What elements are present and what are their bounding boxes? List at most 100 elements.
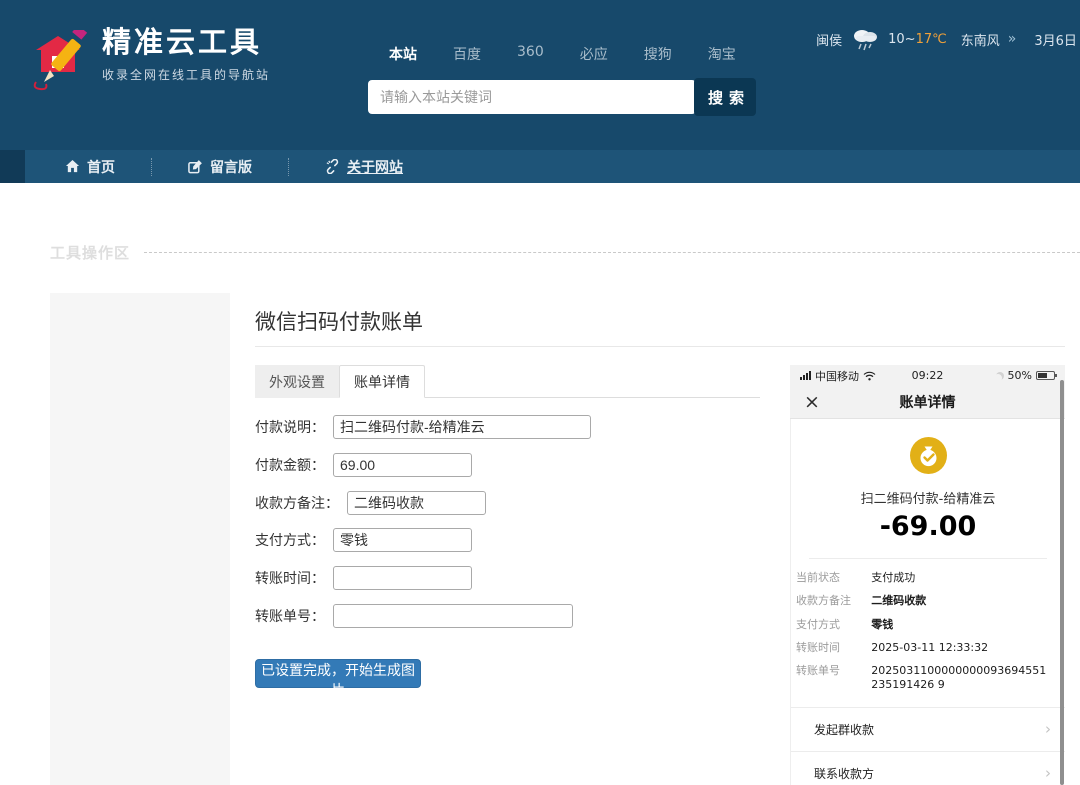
field-label: 支付方式：	[255, 533, 325, 549]
section-header: 工具操作区	[50, 243, 1080, 262]
detail-row-status: 当前状态 支付成功	[796, 571, 1047, 585]
payment-amount-input[interactable]	[333, 453, 472, 477]
nav-item-label: 关于网站	[347, 159, 403, 176]
status-time: 09:22	[911, 369, 944, 382]
search-input[interactable]	[368, 80, 696, 114]
chevron-right-icon: ›	[1045, 719, 1051, 738]
weather-temp: 10~17℃	[888, 32, 947, 47]
payment-description-input[interactable]	[333, 415, 591, 439]
weather-wind: 东南风	[960, 33, 1000, 49]
nav-separator	[151, 157, 152, 176]
detail-label: 支付方式	[796, 617, 840, 631]
tab-bill-details[interactable]: 账单详情	[339, 365, 425, 398]
section-dashed-line	[144, 251, 1080, 253]
site-logo[interactable]: 5 精准云工具 收录全网在线工具的导航站	[30, 25, 271, 96]
nav-item-about[interactable]: 关于网站	[319, 157, 409, 177]
bill-actions: 发起群收款 › 联系收款方 › 对订单有疑惑 ›	[791, 706, 1065, 785]
form-row-transfer-number: 转账单号：	[255, 603, 573, 629]
detail-row-payment-method: 支付方式 零钱	[796, 618, 1047, 632]
nav-separator	[288, 157, 289, 176]
detail-value: 2025-03-11 12:33:32	[871, 640, 989, 654]
search-tab-baidu[interactable]: 百度	[447, 44, 487, 64]
moon-icon	[996, 372, 1004, 380]
search-tab-360[interactable]: 360	[511, 44, 550, 64]
site-title: 精准云工具	[102, 25, 263, 59]
field-label: 收款方备注：	[255, 496, 339, 512]
search-engine-tabs: 本站 百度 360 必应 搜狗 淘宝	[368, 44, 768, 64]
form-row-transfer-time: 转账时间：	[255, 565, 472, 591]
transfer-time-input[interactable]	[333, 566, 472, 590]
detail-label: 收款方备注	[796, 594, 851, 608]
detail-label: 转账时间	[796, 640, 840, 654]
search-tab-sogou[interactable]: 搜狗	[638, 44, 678, 64]
signal-bars-icon	[800, 371, 811, 380]
edit-icon	[188, 160, 202, 174]
logo-house-pencil-icon: 5	[33, 30, 88, 91]
detail-value: 二维码收款	[871, 594, 927, 608]
detail-row-transfer-number: 转账单号 2025031100000000093694551235191426 …	[796, 664, 1047, 693]
payee-remark-input[interactable]	[347, 491, 486, 515]
weather-date: 3月6日 星	[1034, 33, 1080, 49]
unlink-icon	[326, 159, 339, 174]
battery-icon	[1036, 371, 1057, 380]
main-navbar: 首页 留言版 关于网站	[25, 150, 1080, 183]
action-label: 发起群收款	[814, 722, 875, 737]
home-icon	[65, 159, 80, 173]
detail-row-transfer-time: 转账时间 2025-03-11 12:33:32	[796, 641, 1047, 655]
form-row-payment-method: 支付方式：	[255, 527, 472, 553]
phone-bill-body: 扫二维码付款-给精准云 -69.00 当前状态 支付成功 收款方备注 二维码收款…	[790, 419, 1065, 785]
detail-label: 转账单号	[796, 664, 840, 678]
title-divider	[255, 346, 1065, 347]
action-row-contact-payee[interactable]: 联系收款方 ›	[791, 752, 1065, 785]
field-label: 转账单号：	[255, 609, 325, 625]
generate-image-button[interactable]: 已设置完成，开始生成图片	[255, 659, 421, 698]
form-row-payment-amount: 付款金额：	[255, 452, 472, 478]
chevrons-right-icon: »	[1007, 31, 1017, 47]
tab-appearance-settings[interactable]: 外观设置	[255, 365, 339, 398]
bill-amount: -69.00	[879, 511, 977, 542]
chevron-right-icon: ›	[1045, 763, 1051, 782]
bill-details: 当前状态 支付成功 收款方备注 二维码收款 支付方式 零钱 转账时间 2025-…	[796, 571, 1047, 693]
detail-label: 当前状态	[796, 571, 840, 584]
phone-scrollbar[interactable]	[1060, 380, 1064, 785]
nav-item-label: 留言版	[210, 159, 252, 176]
field-label: 转账时间：	[255, 571, 325, 587]
detail-row-payee-remark: 收款方备注 二维码收款	[796, 594, 1047, 608]
payment-method-input[interactable]	[333, 528, 472, 552]
phone-status-bar: 中国移动 09:22 50%	[790, 365, 1065, 386]
search-module: 本站 百度 360 必应 搜狗 淘宝 搜索	[368, 44, 768, 116]
site-subtitle: 收录全网在线工具的导航站	[102, 68, 271, 83]
field-label: 付款说明：	[255, 420, 325, 436]
field-label: 付款金额：	[255, 458, 325, 474]
weather-temp-low: 10~	[888, 31, 916, 47]
money-bag-icon	[909, 437, 947, 474]
phone-page-title: 账单详情	[899, 395, 956, 411]
tool-tabs: 外观设置 账单详情	[255, 365, 760, 398]
bill-description: 扫二维码付款-给精准云	[860, 492, 996, 507]
search-button[interactable]: 搜索	[694, 78, 756, 116]
detail-value: 支付成功	[871, 571, 916, 584]
nav-item-message-board[interactable]: 留言版	[182, 157, 258, 177]
nav-strip: 首页 留言版 关于网站	[0, 150, 1080, 183]
action-row-group-collect[interactable]: 发起群收款 ›	[791, 708, 1065, 752]
phone-title-bar: 账单详情 ×	[790, 386, 1065, 419]
phone-preview: 中国移动 09:22 50% 账单详情 × 扫二维码付款-给精准云 -69.00…	[790, 365, 1065, 785]
transfer-number-input[interactable]	[333, 604, 573, 628]
site-header: 5 精准云工具 收录全网在线工具的导航站 本站 百度 360 必应 搜狗 淘宝 …	[0, 0, 1080, 150]
page-title: 微信扫码付款账单	[255, 310, 423, 334]
weather-temp-high: 17℃	[915, 31, 947, 47]
search-tab-bensite[interactable]: 本站	[383, 44, 423, 64]
bill-divider	[809, 558, 1047, 559]
nav-item-home[interactable]: 首页	[59, 157, 121, 177]
battery-percent: 50%	[1007, 369, 1032, 382]
sidebar-placeholder	[50, 293, 230, 785]
search-tab-taobao[interactable]: 淘宝	[702, 44, 742, 64]
nav-item-label: 首页	[87, 159, 115, 176]
rain-cloud-icon	[854, 30, 878, 51]
action-label: 联系收款方	[814, 766, 875, 781]
form-row-payee-remark: 收款方备注：	[255, 490, 486, 516]
carrier-label: 中国移动	[815, 369, 859, 383]
weather-city: 闽侯	[816, 33, 843, 49]
section-title: 工具操作区	[50, 243, 131, 262]
search-tab-biying[interactable]: 必应	[574, 44, 614, 64]
